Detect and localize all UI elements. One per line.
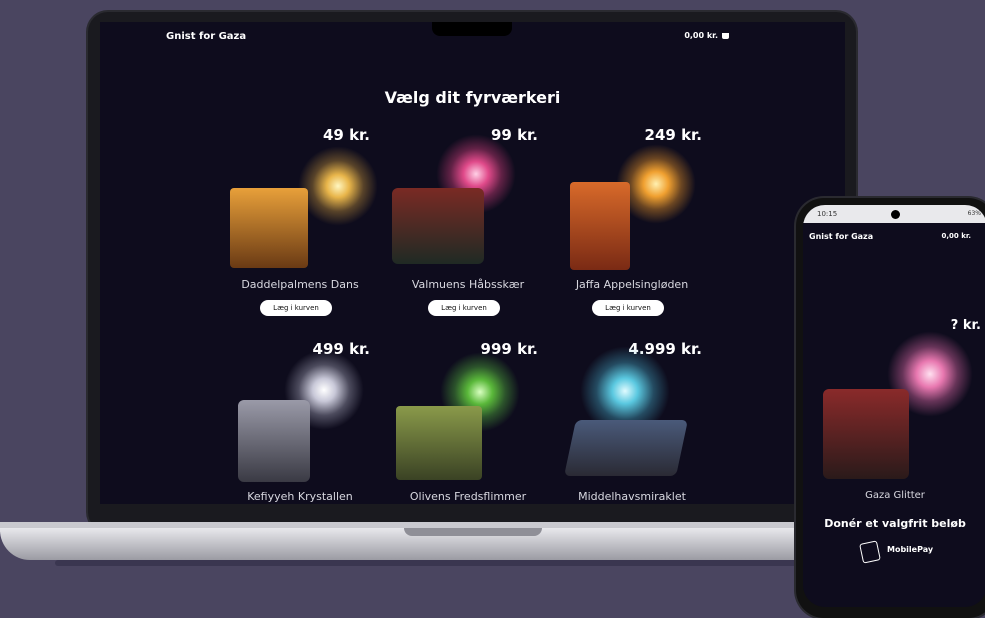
firework-burst [298, 146, 378, 226]
phone-product-name[interactable]: Gaza Glitter [803, 490, 985, 501]
brand-logo[interactable]: Gnist for Gaza [166, 31, 246, 42]
product-name[interactable]: Olivens Fredsflimmer [388, 490, 548, 503]
cart-button[interactable]: 0,00 kr. [684, 31, 729, 40]
phone-brand-logo[interactable]: Gnist for Gaza [809, 232, 873, 241]
product-card: 999 kr. Olivens Fredsflimmer [388, 340, 548, 504]
product-image[interactable] [392, 188, 484, 264]
camera-notch [432, 22, 512, 36]
product-image[interactable] [564, 420, 688, 476]
product-image[interactable] [238, 400, 310, 482]
product-price: 49 kr. [322, 126, 370, 144]
status-time: 10:15 [817, 210, 838, 218]
laptop-screen: Gnist for Gaza 0,00 kr. Vælg dit fyrværk… [100, 22, 845, 504]
product-image[interactable] [396, 406, 482, 480]
product-card: 49 kr. Daddelpalmens Dans Læg i kurven [220, 126, 380, 326]
product-image[interactable] [570, 182, 630, 270]
add-to-cart-button[interactable]: Læg i kurven [592, 300, 664, 316]
product-card: 249 kr. Jaffa Appelsingløden Læg i kurve… [552, 126, 712, 326]
product-card: 99 kr. Valmuens Håbsskær Læg i kurven [388, 126, 548, 326]
mobilepay-icon [859, 540, 881, 564]
phone-cart-button[interactable]: 0,00 kr. [942, 232, 971, 240]
mobilepay-label: MobilePay [887, 545, 934, 554]
product-name[interactable]: Middelhavsmiraklet [552, 490, 712, 503]
phone-product-image[interactable] [823, 389, 909, 479]
front-camera [891, 210, 900, 219]
phone-screen: 10:15 63% Gnist for Gaza 0,00 kr. ? kr. … [803, 205, 985, 607]
phone-status-bar: 10:15 63% [803, 205, 985, 223]
laptop-thumb-notch [404, 528, 542, 536]
product-image[interactable] [230, 188, 308, 268]
product-card: 4.999 kr. Middelhavsmiraklet [552, 340, 712, 504]
page-title: Vælg dit fyrværkeri [384, 88, 561, 107]
cart-total: 0,00 kr. [684, 31, 718, 40]
product-name[interactable]: Jaffa Appelsingløden [552, 278, 712, 291]
product-price: 249 kr. [644, 126, 702, 144]
product-card: 499 kr. Kefiyyeh Krystallen [220, 340, 380, 504]
add-to-cart-button[interactable]: Læg i kurven [428, 300, 500, 316]
status-battery: 63% [967, 210, 981, 217]
product-name[interactable]: Daddelpalmens Dans [220, 278, 380, 291]
laptop-foot [55, 560, 815, 566]
add-to-cart-button[interactable]: Læg i kurven [260, 300, 332, 316]
product-name[interactable]: Valmuens Håbsskær [388, 278, 548, 291]
donate-label: Donér et valgfrit beløb [824, 517, 966, 530]
product-name[interactable]: Kefiyyeh Krystallen [220, 490, 380, 503]
basket-icon [722, 32, 729, 39]
phone-product-price: ? kr. [950, 318, 981, 333]
mobilepay-button[interactable]: MobilePay [859, 540, 941, 564]
